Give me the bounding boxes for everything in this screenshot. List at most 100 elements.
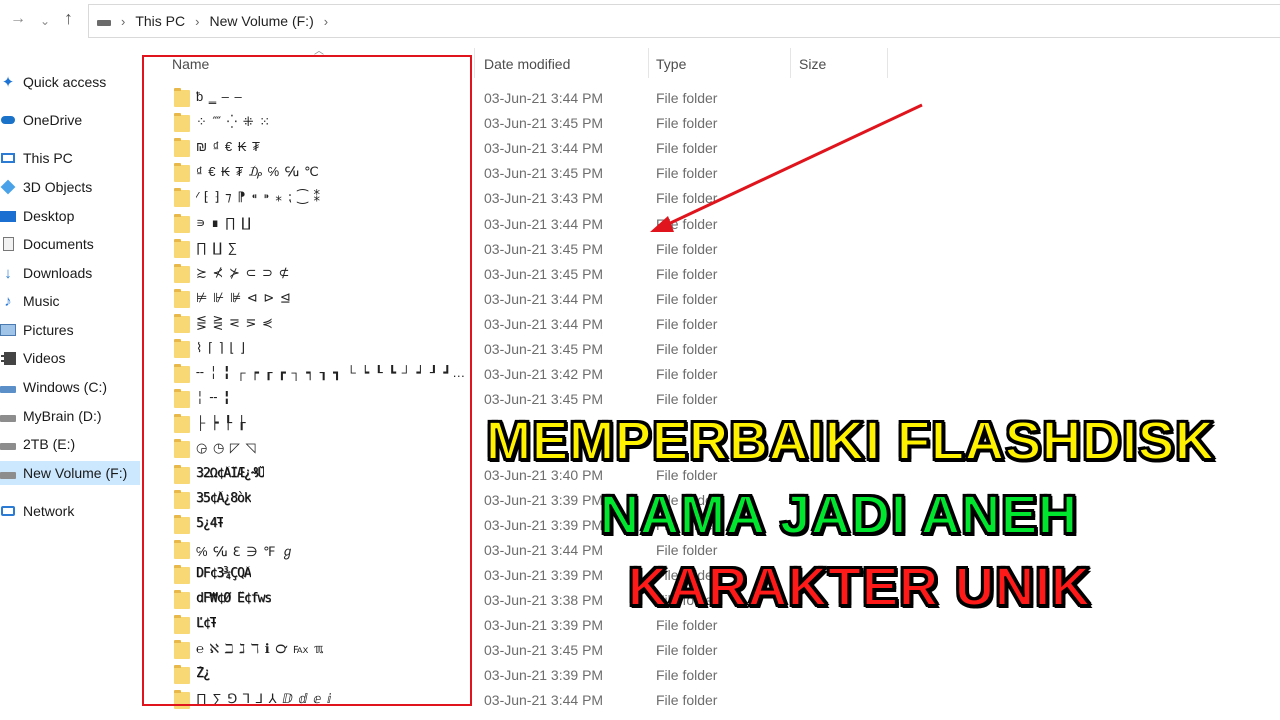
file-type: File folder [656,215,718,232]
file-row[interactable]: ∏ ∑ ⅁ ⅂ ⅃ ⅄ ⅅ ⅆ ⅇ ⅈ 03-Jun-21 3:44 PM File… [140,688,900,713]
folder-icon [174,263,190,283]
file-date-modified: 03-Jun-21 3:45 PM [484,240,604,257]
sidebar-item-music[interactable]: ♪ Music [0,289,140,313]
chevron-right-icon[interactable]: › [324,14,328,29]
file-row[interactable]: ∍ ∎ ∏ ∐ 03-Jun-21 3:44 PM File folder [140,212,900,237]
file-row[interactable]: ₫ € ₭ ₮ ₯ ℅ ℆ ℃ 03-Jun-21 3:45 PM File fol… [140,161,900,186]
file-row[interactable]: ℮ ℵ ℶ ℷ ℸ ℹ ℺ ℻ ℼ 03-Jun-21 3:45 PM File f… [140,638,900,663]
file-type: File folder [656,341,718,357]
file-row[interactable]: ⋚ ⋛ ⋜ ⋝ ⋞ 03-Jun-21 3:44 PM File folder [140,312,900,337]
caption-line-2: NAMA JADI ANEH [599,484,1079,546]
column-divider[interactable] [887,48,888,78]
file-row[interactable]: ∏ ∐ ∑ 03-Jun-21 3:45 PM File folder [140,237,900,262]
column-divider[interactable] [648,48,649,78]
breadcrumb-new-volume[interactable]: New Volume (F:) [209,13,313,29]
sidebar-item-label: Desktop [23,208,75,224]
back-arrow-icon[interactable]: → [10,10,26,28]
breadcrumb-this-pc[interactable]: This PC [135,13,185,29]
folder-icon [174,213,190,233]
chevron-right-icon[interactable]: › [121,14,125,29]
sidebar-item-pictures[interactable]: Pictures [0,318,140,342]
file-type: File folder [656,617,718,634]
sidebar-item-network[interactable]: Network [0,499,140,523]
file-date-modified: 03-Jun-21 3:45 PM [484,165,604,182]
picture-icon [0,322,16,338]
folder-icon [174,690,190,710]
sidebar-item-downloads[interactable]: ↓ Downloads [0,261,140,285]
folder-icon [174,138,190,158]
file-row[interactable]: Ž¿ 03-Jun-21 3:39 PM File folder [140,663,900,688]
chevron-right-icon[interactable]: › [195,14,199,29]
file-date-modified: 03-Jun-21 3:45 PM [484,391,604,408]
file-name: ℅ ℆ ℇ ∋ ℉ ℊ [196,543,296,559]
folder-icon [174,313,190,333]
caption-line-3: KARAKTER UNIK [627,556,1091,618]
file-date-modified: 03-Jun-21 3:44 PM [484,90,604,106]
file-date-modified: 03-Jun-21 3:45 PM [484,115,604,132]
drive-icon [0,465,16,481]
column-divider[interactable] [474,48,475,78]
file-name: ₫ € ₭ ₮ ₯ ℅ ℆ ℃ [196,164,320,180]
file-date-modified: 03-Jun-21 3:44 PM [484,692,604,709]
recent-locations-chevron-icon[interactable]: ⌄ [40,14,50,28]
file-name: ⋚ ⋛ ⋜ ⋝ ⋞ [196,314,274,330]
folder-icon [174,514,190,534]
file-name: ├ ┝ ┞ ┟ [196,415,247,431]
computer-icon [0,150,16,166]
up-arrow-icon[interactable]: ↑ [64,8,73,29]
file-name: Ľ¢Ŧ [196,616,217,632]
folder-icon [174,188,190,208]
sidebar-item-3d-objects[interactable]: 3D Objects [0,175,140,199]
file-name: ∏ ∐ ∑ [196,239,239,255]
drive-icon [97,20,111,26]
sidebar-item-windows-c[interactable]: Windows (C:) [0,375,140,399]
sidebar-item-label: Quick access [23,74,107,90]
file-name: ╌ ╎ ╏ ┌ ┍ ┎ ┏ ┐ ┑ ┒ ┓ └ ┕ ┖ ┗ ┘ ┙ ┚ ┛ ├ … [196,365,468,381]
address-bar[interactable]: › This PC › New Volume (F:) › [88,4,1280,38]
column-header-date[interactable]: Date modified [484,52,644,76]
file-row[interactable]: ƀ ‗ ‒ ‒ 03-Jun-21 3:44 PM File folder [140,86,900,111]
sidebar-item-label: 2TB (E:) [23,436,76,452]
sidebar-item-label: This PC [23,150,73,166]
file-row[interactable]: ₪ ₫ € ₭ ₮ 03-Jun-21 3:44 PM File folder [140,136,900,161]
column-header-size[interactable]: Size [799,52,885,76]
file-row[interactable]: ⊭ ⊮ ⊯ ⊲ ⊳ ⊴ 03-Jun-21 3:44 PM File folder [140,287,900,312]
file-date-modified: 03-Jun-21 3:39 PM [484,516,604,533]
file-name: ƀ ‗ ‒ ‒ [196,89,243,104]
file-type: File folder [656,315,718,332]
file-row[interactable]: ╎ ╌ ╏ 03-Jun-21 3:45 PM File folder [140,387,900,412]
sidebar-item-desktop[interactable]: Desktop [0,204,140,228]
document-icon [0,236,16,252]
navigation-pane: ✦ Quick access OneDrive This PC 3D Objec… [0,44,140,720]
file-name: 5¿4Ŧ [196,515,224,531]
file-date-modified: 03-Jun-21 3:45 PM [484,341,604,357]
file-row[interactable]: ≿ ⊀ ⊁ ⊂ ⊃ ⊄ 03-Jun-21 3:45 PM File folder [140,262,900,287]
sidebar-item-new-volume-f[interactable]: New Volume (F:) [0,461,140,485]
column-header-type[interactable]: Type [656,52,786,76]
sidebar-item-label: New Volume (F:) [23,465,128,481]
file-row[interactable]: ╌ ╎ ╏ ┌ ┍ ┎ ┏ ┐ ┑ ┒ ┓ └ ┕ ┖ ┗ ┘ ┙ ┚ ┛ ├ … [140,362,900,387]
file-name: ◶ ◷ ◸ ◹ [196,440,257,456]
folder-icon [174,113,190,133]
file-row[interactable]: ⌇ ⌈ ⌉ ⌊ ⌋ 03-Jun-21 3:45 PM File folder [140,337,900,362]
sidebar-item-quick-access[interactable]: ✦ Quick access [0,70,140,94]
sidebar-item-videos[interactable]: Videos [0,346,140,370]
sidebar-item-2tb-e[interactable]: 2TB (E:) [0,432,140,456]
file-row[interactable]: ⁘ ⁗ ⁛ ⁜ ⁙ 03-Jun-21 3:45 PM File folder [140,111,900,136]
folder-icon [174,364,190,384]
file-date-modified: 03-Jun-21 3:45 PM [484,642,604,659]
sidebar-item-label: 3D Objects [23,179,93,195]
file-type: File folder [656,240,718,257]
sidebar-item-this-pc[interactable]: This PC [0,146,140,170]
column-header-name[interactable]: Name [172,52,472,76]
file-row[interactable]: ⁄ ⁅ ⁆ ⁊ ⁋ ⁌ ⁍ ⁎ ⁏ ⁐ ⁑ 03-Jun-21 3:43 PM Fi… [140,186,900,211]
file-date-modified: 03-Jun-21 3:42 PM [484,366,604,383]
sidebar-item-mybrain-d[interactable]: MyBrain (D:) [0,404,140,428]
sidebar-item-label: Network [23,503,75,519]
file-date-modified: 03-Jun-21 3:39 PM [484,566,604,583]
file-name: 35¢Â¿8òk [196,490,251,506]
sidebar-item-onedrive[interactable]: OneDrive [0,108,140,132]
sidebar-item-documents[interactable]: Documents [0,232,140,256]
column-divider[interactable] [790,48,791,78]
file-type: File folder [656,165,718,182]
